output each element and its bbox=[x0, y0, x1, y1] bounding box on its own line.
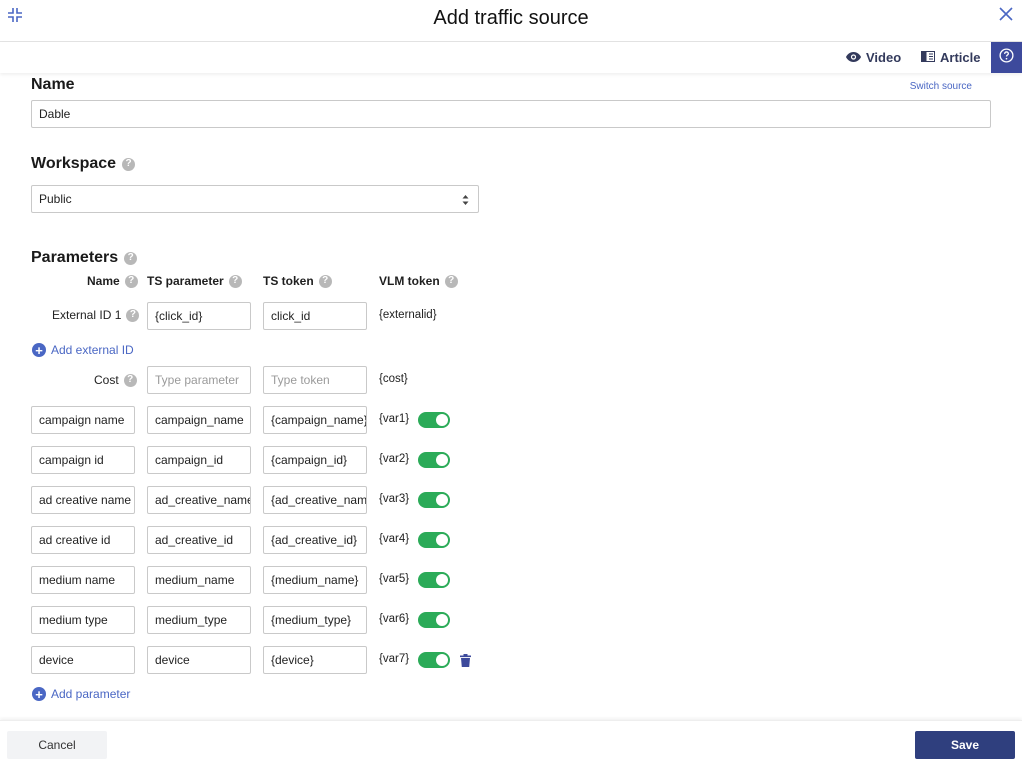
question-circle-icon[interactable]: ? bbox=[126, 308, 140, 322]
param-ts-parameter-input[interactable]: ad_creative_name bbox=[147, 486, 251, 514]
select-arrows-icon bbox=[462, 194, 469, 206]
param-vlm-token: {var3} bbox=[379, 493, 410, 505]
param-vlm-token: {var7} bbox=[379, 653, 410, 665]
param-ts-token-input[interactable]: {device} bbox=[263, 646, 367, 674]
cost-ts-token-input[interactable]: Type token bbox=[263, 366, 367, 394]
external-id-vlm-token: {externalid} bbox=[379, 309, 437, 321]
param-enabled-toggle[interactable] bbox=[418, 492, 450, 508]
param-vlm-token: {var6} bbox=[379, 613, 410, 625]
param-enabled-toggle[interactable] bbox=[418, 612, 450, 628]
name-section-title: Name bbox=[31, 76, 75, 93]
param-enabled-toggle[interactable] bbox=[418, 572, 450, 588]
param-ts-parameter-input[interactable]: device bbox=[147, 646, 251, 674]
article-label: Article bbox=[940, 50, 981, 65]
param-name-input[interactable]: ad creative id bbox=[31, 526, 135, 554]
workspace-selected-value: Public bbox=[39, 192, 72, 206]
video-label: Video bbox=[866, 50, 902, 65]
workspace-section-title: Workspace ? bbox=[31, 155, 136, 173]
col-head-ts-parameter: TS parameter ? bbox=[147, 274, 242, 288]
save-button[interactable]: Save bbox=[915, 731, 1015, 759]
param-ts-token-input[interactable]: {ad_creative_id} bbox=[263, 526, 367, 554]
param-ts-token-input[interactable]: {ad_creative_name} bbox=[263, 486, 367, 514]
cancel-button[interactable]: Cancel bbox=[7, 731, 107, 759]
switch-source-link[interactable]: Switch source bbox=[910, 81, 972, 92]
cost-vlm-token: {cost} bbox=[379, 373, 408, 385]
dialog-title: Add traffic source bbox=[433, 7, 589, 29]
video-link[interactable]: Video bbox=[846, 50, 901, 65]
book-icon bbox=[921, 50, 935, 65]
param-ts-token-input[interactable]: {medium_name} bbox=[263, 566, 367, 594]
param-enabled-toggle[interactable] bbox=[418, 652, 450, 668]
param-ts-parameter-input[interactable]: campaign_id bbox=[147, 446, 251, 474]
dialog-header: Add traffic source bbox=[0, 0, 1022, 42]
eye-icon bbox=[846, 50, 861, 65]
name-input[interactable]: Dable bbox=[31, 100, 991, 128]
plus-circle-icon: + bbox=[32, 687, 46, 701]
param-ts-token-input[interactable]: {campaign_name} bbox=[263, 406, 367, 434]
question-circle-icon[interactable]: ? bbox=[318, 274, 332, 288]
col-head-ts-token: TS token ? bbox=[263, 274, 332, 288]
param-name-input[interactable]: medium type bbox=[31, 606, 135, 634]
param-ts-parameter-input[interactable]: campaign_name bbox=[147, 406, 251, 434]
question-circle-icon[interactable]: ? bbox=[124, 274, 138, 288]
cost-label: Cost ? bbox=[94, 373, 137, 387]
question-circle-icon[interactable]: ? bbox=[124, 251, 138, 265]
param-vlm-token: {var5} bbox=[379, 573, 410, 585]
help-button[interactable] bbox=[991, 42, 1022, 73]
help-icon bbox=[999, 47, 1014, 68]
dialog-footer: Cancel Save bbox=[0, 720, 1022, 767]
external-id-ts-parameter-input[interactable]: {click_id} bbox=[147, 302, 251, 330]
col-head-name: Name ? bbox=[87, 274, 138, 288]
close-icon[interactable] bbox=[999, 7, 1013, 21]
cost-ts-parameter-input[interactable]: Type parameter bbox=[147, 366, 251, 394]
param-vlm-token: {var4} bbox=[379, 533, 410, 545]
plus-circle-icon: + bbox=[32, 343, 46, 357]
trash-icon[interactable] bbox=[460, 654, 471, 667]
param-ts-parameter-input[interactable]: medium_type bbox=[147, 606, 251, 634]
question-circle-icon[interactable]: ? bbox=[228, 274, 242, 288]
param-vlm-token: {var1} bbox=[379, 413, 410, 425]
param-name-input[interactable]: campaign id bbox=[31, 446, 135, 474]
param-name-input[interactable]: ad creative name bbox=[31, 486, 135, 514]
param-enabled-toggle[interactable] bbox=[418, 532, 450, 548]
param-name-input[interactable]: campaign name bbox=[31, 406, 135, 434]
add-external-id-button[interactable]: + Add external ID bbox=[32, 343, 134, 357]
workspace-select[interactable]: Public bbox=[31, 185, 479, 213]
param-name-input[interactable]: device bbox=[31, 646, 135, 674]
toolbar: Video Article bbox=[0, 42, 1022, 73]
param-name-input[interactable]: medium name bbox=[31, 566, 135, 594]
question-circle-icon[interactable]: ? bbox=[444, 274, 458, 288]
param-enabled-toggle[interactable] bbox=[418, 412, 450, 428]
param-ts-token-input[interactable]: {campaign_id} bbox=[263, 446, 367, 474]
param-ts-parameter-input[interactable]: ad_creative_id bbox=[147, 526, 251, 554]
question-circle-icon[interactable]: ? bbox=[123, 373, 137, 387]
article-link[interactable]: Article bbox=[921, 50, 980, 65]
param-ts-token-input[interactable]: {medium_type} bbox=[263, 606, 367, 634]
parameters-section-title: Parameters ? bbox=[31, 249, 138, 267]
add-parameter-button[interactable]: + Add parameter bbox=[32, 687, 130, 701]
param-vlm-token: {var2} bbox=[379, 453, 410, 465]
param-ts-parameter-input[interactable]: medium_name bbox=[147, 566, 251, 594]
external-id-label: External ID 1 ? bbox=[52, 308, 140, 322]
param-enabled-toggle[interactable] bbox=[418, 452, 450, 468]
col-head-vlm-token: VLM token ? bbox=[379, 274, 458, 288]
question-circle-icon[interactable]: ? bbox=[122, 157, 136, 171]
external-id-ts-token-input[interactable]: click_id bbox=[263, 302, 367, 330]
